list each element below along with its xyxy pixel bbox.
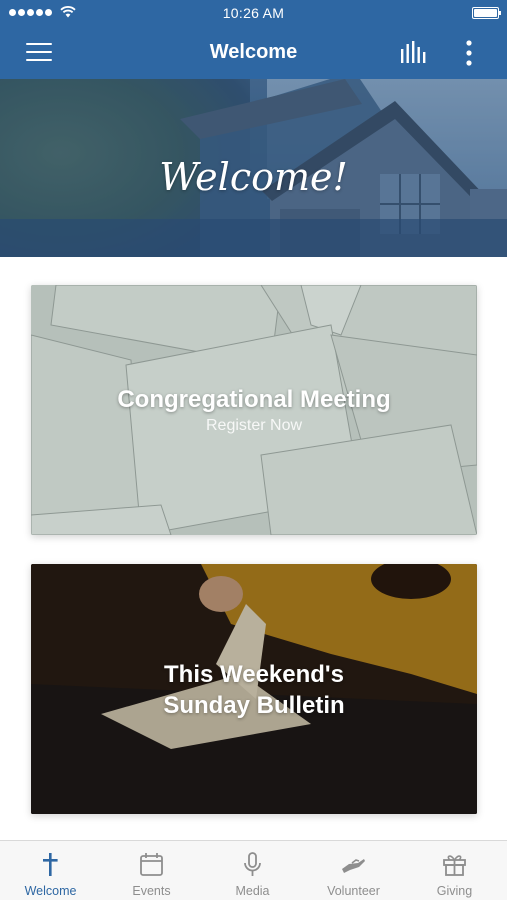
tab-label: Media [235,884,270,898]
tab-label: Giving [436,884,473,898]
register-now-link[interactable]: Register Now [31,417,477,435]
tab-media[interactable]: Media [202,841,303,900]
tab-giving[interactable]: Giving [404,841,505,900]
tab-welcome[interactable]: Welcome [0,841,101,900]
status-bar: 10:26 AM [0,0,507,26]
battery-icon [472,7,501,19]
tab-bar: Welcome Events Media Volunteer Giving [0,840,507,900]
tab-label: Volunteer [327,884,380,898]
hero-title: Welcome! [159,155,348,199]
sunday-bulletin-card[interactable]: This Weekend's Sunday Bulletin [31,564,477,814]
hero-banner: Welcome! [0,79,507,257]
card-title-line: This Weekend's [164,661,344,688]
more-options-icon[interactable] [462,39,476,67]
cross-icon [43,853,58,876]
congregational-meeting-card[interactable]: Congregational Meeting Register Now [31,285,477,535]
microphone-icon [244,852,261,876]
gift-icon [443,855,466,876]
tab-label: Events [132,884,171,898]
tab-volunteer[interactable]: Volunteer [303,841,404,900]
calendar-icon [140,853,163,876]
nav-bar: Welcome [0,26,507,79]
tab-label: Welcome [24,884,77,898]
status-time: 10:26 AM [222,5,285,21]
audio-levels-icon[interactable] [400,41,428,63]
card-title: This Weekend's Sunday Bulletin [31,659,477,721]
card-title-line: Sunday Bulletin [163,692,345,719]
card-title: Congregational Meeting [117,386,391,413]
page-title: Welcome [209,41,298,63]
tab-events[interactable]: Events [101,841,202,900]
helping-hand-icon [342,859,365,873]
